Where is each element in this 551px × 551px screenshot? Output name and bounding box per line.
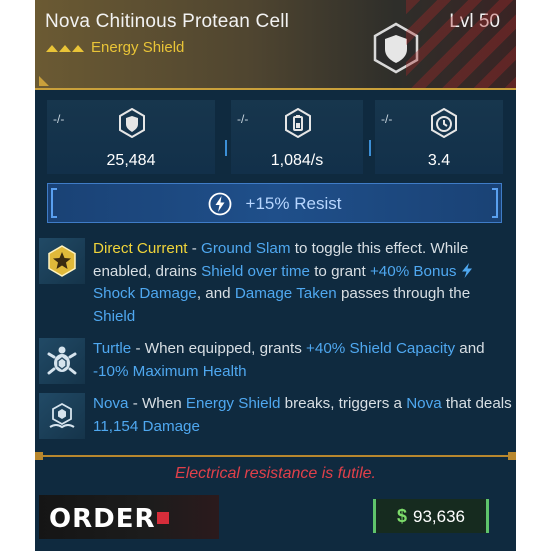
- stat-recharge-rate: -/- 1,084/s: [231, 100, 363, 174]
- perk-turtle: Turtle - When equipped, grants +40% Shie…: [35, 338, 516, 384]
- triple-chevron-icon: [46, 44, 84, 52]
- recharge-rate-icon: [285, 108, 311, 138]
- stat-value: 3.4: [427, 152, 451, 169]
- stats-row: -/- 25,484 -/- 1,084/s -/- 3.4: [35, 92, 516, 178]
- price-text: $93,636: [376, 506, 486, 527]
- shock-bolt-icon: [461, 262, 472, 278]
- manufacturer-mark: [157, 512, 169, 524]
- perk-text-segment: that deals: [441, 395, 512, 412]
- direct-current-icon: [48, 245, 76, 277]
- keyword-shock-damage: Shock Damage: [93, 285, 197, 302]
- perk-name: Turtle: [93, 340, 132, 357]
- price-value: 93,636: [413, 507, 465, 526]
- perk-description: Nova - When Energy Shield breaks, trigge…: [93, 393, 513, 438]
- keyword-energy-shield: Energy Shield: [185, 395, 281, 412]
- stat-compare: -/-: [381, 112, 393, 126]
- keyword-bonus: +40% Bonus: [369, 262, 461, 280]
- manufacturer-name: ORDER: [49, 504, 156, 534]
- perk-name: Nova: [93, 395, 129, 412]
- corner-mark-icon: [39, 76, 49, 86]
- stat-divider: [225, 140, 227, 156]
- keyword-nova: Nova: [406, 395, 442, 412]
- resist-text: +15% Resist: [245, 194, 342, 213]
- perk-name: Direct Current: [93, 240, 188, 257]
- perk-nova: Nova - When Energy Shield breaks, trigge…: [35, 393, 516, 439]
- perk-icon-box: [39, 238, 85, 284]
- item-footer: ORDER $93,636: [35, 493, 516, 551]
- perk-description: Direct Current - Ground Slam to toggle t…: [93, 238, 513, 328]
- nova-icon: [49, 402, 75, 429]
- perk-text-segment: - When: [128, 395, 186, 412]
- price-tag: $93,636: [373, 499, 489, 533]
- resist-bar: +15% Resist: [47, 183, 502, 223]
- item-level: Lvl 50: [449, 11, 500, 32]
- lightning-icon: [208, 192, 231, 216]
- perk-text-segment: -: [187, 240, 202, 257]
- flavor-separator: [35, 452, 516, 460]
- perk-direct-current: Direct Current - Ground Slam to toggle t…: [35, 238, 516, 328]
- item-name: Nova Chitinous Protean Cell: [45, 11, 290, 32]
- perk-icon-box: [39, 338, 85, 384]
- keyword-shield: Shield: [93, 307, 136, 325]
- currency-icon: $: [396, 506, 407, 526]
- keyword-damage: 11,154 Damage: [93, 417, 200, 435]
- stat-recharge-delay: -/- 3.4: [375, 100, 503, 174]
- stat-divider: [369, 140, 371, 156]
- perk-text-segment: and: [455, 340, 485, 357]
- stat-capacity: -/- 25,484: [47, 100, 215, 174]
- perk-text-segment: breaks, triggers a: [280, 395, 407, 412]
- stat-compare: -/-: [237, 112, 249, 126]
- item-type: Energy Shield: [91, 39, 185, 56]
- keyword-shield-capacity: +40% Shield Capacity: [306, 340, 456, 357]
- keyword-damage-taken: Damage Taken: [234, 285, 337, 302]
- keyword-ground-slam: Ground Slam: [201, 240, 291, 257]
- keyword-max-health: -10% Maximum Health: [93, 362, 247, 380]
- item-tooltip-card: Nova Chitinous Protean Cell Lvl 50 Energ…: [35, 0, 516, 551]
- perk-text-segment: passes through the: [336, 285, 471, 302]
- item-header: Nova Chitinous Protean Cell Lvl 50 Energ…: [35, 0, 516, 90]
- perk-text-segment: to grant: [309, 262, 370, 280]
- manufacturer-logo: ORDER: [39, 495, 219, 539]
- resist-content: +15% Resist: [48, 192, 501, 216]
- stat-compare: -/-: [53, 112, 65, 126]
- recharge-delay-icon: [431, 108, 457, 138]
- perk-text-segment: - When equipped, grants: [131, 340, 307, 357]
- perk-description: Turtle - When equipped, grants +40% Shie…: [93, 338, 513, 383]
- perk-text-segment: , and: [196, 285, 235, 302]
- shield-badge-icon: [373, 22, 419, 74]
- shield-capacity-icon: [119, 108, 145, 138]
- stat-value: 25,484: [106, 152, 156, 169]
- flavor-text: Electrical resistance is futile.: [175, 465, 376, 482]
- keyword-shield-over-time: Shield over time: [201, 262, 310, 280]
- stat-value: 1,084/s: [270, 152, 324, 169]
- item-type-row: Energy Shield: [45, 39, 184, 56]
- turtle-icon: [47, 346, 77, 375]
- perk-icon-box: [39, 393, 85, 439]
